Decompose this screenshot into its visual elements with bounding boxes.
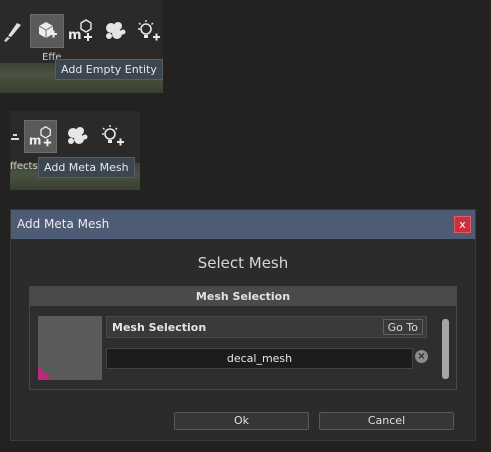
- add-meta-mesh-icon[interactable]: m: [66, 16, 96, 46]
- mesh-name-field[interactable]: decal_mesh: [106, 348, 413, 369]
- tooltip-add-empty-entity: Add Empty Entity: [55, 59, 163, 80]
- cancel-button[interactable]: Cancel: [319, 412, 454, 430]
- dialog-heading: Select Mesh: [197, 254, 289, 272]
- add-meta-mesh-dialog: Add Meta Mesh x Select Mesh Mesh Selecti…: [10, 209, 476, 441]
- scrollbar-thumb[interactable]: [442, 319, 449, 379]
- goto-button[interactable]: Go To: [382, 319, 423, 335]
- add-light-icon[interactable]: [134, 16, 163, 46]
- dialog-titlebar[interactable]: Add Meta Mesh x: [11, 210, 475, 239]
- add-empty-entity-button[interactable]: [30, 14, 64, 48]
- particle-effect-icon[interactable]: [100, 16, 130, 46]
- mesh-selection-row: Mesh Selection Go To: [106, 316, 427, 338]
- mesh-selection-label: Mesh Selection: [112, 321, 207, 334]
- ok-button[interactable]: Ok: [174, 412, 309, 430]
- close-button[interactable]: x: [454, 216, 471, 233]
- clear-icon[interactable]: ×: [415, 350, 428, 363]
- mesh-thumbnail: [38, 316, 102, 380]
- scrollbar[interactable]: [440, 316, 452, 382]
- tooltip-add-meta-mesh: Add Meta Mesh: [38, 157, 135, 178]
- partial-icon: [10, 123, 20, 153]
- add-meta-mesh-button[interactable]: m: [24, 120, 57, 153]
- brush-icon[interactable]: [0, 17, 26, 47]
- panel-title: Mesh Selection: [30, 287, 456, 306]
- toolbar-caption: ffects: [10, 161, 38, 172]
- particle-effect-icon[interactable]: [62, 121, 92, 151]
- add-light-icon[interactable]: [98, 121, 128, 151]
- toolbar-strip-top: m Effe Add Empty Entity: [0, 0, 163, 93]
- svg-text:m: m: [68, 28, 82, 43]
- svg-text:m: m: [28, 133, 41, 147]
- mesh-selection-panel: Mesh Selection Mesh Selection Go To deca…: [29, 286, 457, 390]
- toolbar-strip-middle: m ffects Add Meta Mesh: [10, 111, 140, 190]
- dialog-title: Add Meta Mesh: [17, 217, 110, 231]
- thumbnail-corner-marker: [38, 366, 52, 380]
